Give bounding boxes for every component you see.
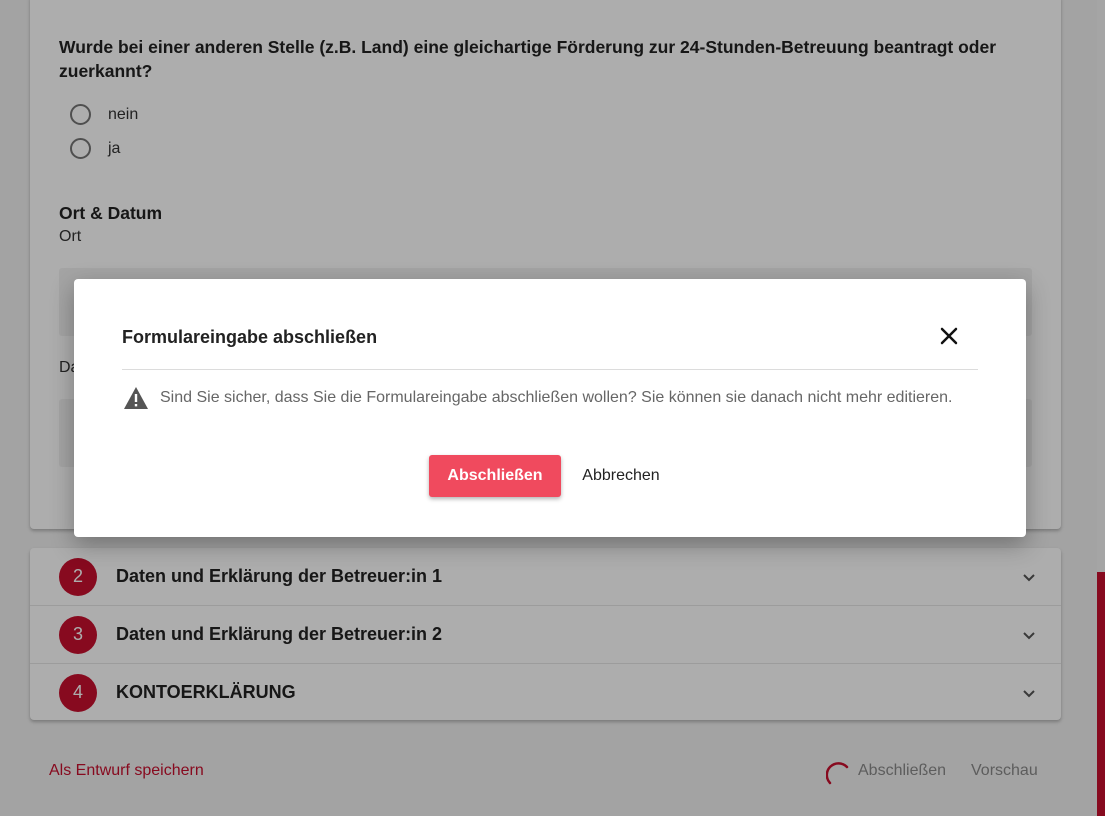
page: Wurde bei einer anderen Stelle (z.B. Lan… (0, 0, 1105, 816)
confirm-button[interactable]: Abschließen (429, 455, 561, 497)
confirm-dialog: Formulareingabe abschließen Sind Sie sic… (74, 279, 1026, 537)
dialog-divider (122, 369, 978, 370)
cancel-button[interactable]: Abbrechen (570, 455, 672, 497)
close-icon[interactable] (936, 323, 962, 349)
dialog-title: Formulareingabe abschließen (122, 327, 378, 347)
dialog-message: Sind Sie sicher, dass Sie die Formularei… (160, 389, 953, 406)
warning-icon (124, 387, 148, 409)
